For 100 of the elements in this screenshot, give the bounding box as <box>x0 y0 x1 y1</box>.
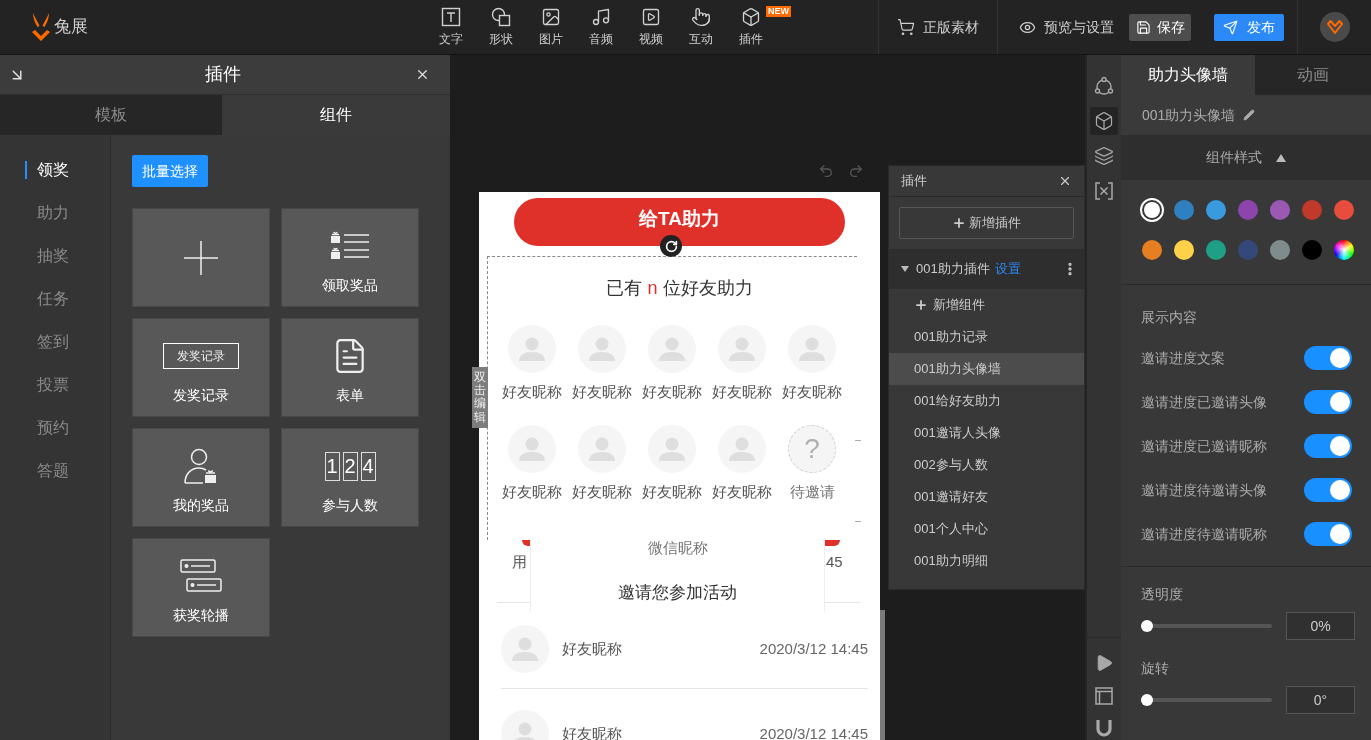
save-icon <box>1135 19 1151 35</box>
rotate-handle[interactable] <box>660 235 682 257</box>
category-item[interactable]: 领奖 <box>25 161 69 179</box>
shapes-icon <box>491 7 511 27</box>
assets-button[interactable]: 正版素材 <box>897 16 979 38</box>
digit-tile: 1 <box>324 451 340 481</box>
component-card[interactable]: 获奖轮播 <box>132 538 270 637</box>
send-icon <box>1223 19 1238 35</box>
panel-title: 插件 <box>901 172 927 191</box>
component-card[interactable]: 发奖记录 发奖记录 <box>132 318 270 417</box>
account-avatar-icon[interactable] <box>1319 12 1350 42</box>
friend-nickname: 好友昵称 <box>502 382 562 402</box>
category-item[interactable]: 助力 <box>25 204 69 222</box>
toggle-switch[interactable] <box>1304 434 1352 458</box>
component-card[interactable]: 领取奖品 <box>281 208 419 307</box>
add-plugin-button[interactable]: 新增插件 <box>899 207 1074 239</box>
cube-icon <box>1094 111 1114 131</box>
logo-icon <box>30 12 52 42</box>
toggle-switch[interactable] <box>1304 390 1352 414</box>
resize-handle[interactable] <box>855 440 861 441</box>
help-button[interactable]: 给TA助力 <box>514 198 845 246</box>
plus-icon <box>952 216 966 230</box>
preview-settings-button[interactable]: 预览与设置 <box>1019 16 1114 38</box>
component-item[interactable]: 新增组件 <box>889 289 1084 321</box>
category-item[interactable]: 任务 <box>25 290 69 308</box>
tool-button[interactable]: 音频 <box>576 0 626 54</box>
toggle-label: 邀请进度待邀请头像 <box>1141 480 1267 500</box>
covered-text: 45 <box>826 552 843 572</box>
friend-nickname: 待邀请 <box>789 482 835 502</box>
covered-text: 用 <box>512 552 527 572</box>
slider-thumb[interactable] <box>1141 694 1153 706</box>
component-name: 001助力头像墙 <box>1142 105 1236 125</box>
magnet-icon <box>1094 719 1114 739</box>
component-item[interactable]: 001邀请好友 <box>889 481 1084 513</box>
resize-handle[interactable] <box>855 521 861 522</box>
friend-nickname: 好友昵称 <box>642 482 702 502</box>
component-item[interactable]: 001助力记录 <box>889 321 1084 353</box>
record-nickname: 好友昵称 <box>562 640 622 658</box>
user-gift-icon <box>184 448 218 484</box>
close-icon[interactable] <box>415 67 430 82</box>
tab[interactable]: 动画 <box>1255 55 1371 95</box>
image-icon <box>541 7 561 27</box>
hand-pointer-icon <box>691 7 711 27</box>
value-field[interactable]: 0° <box>1286 686 1355 714</box>
slider-label: 旋转 <box>1140 660 1170 676</box>
record-time: 2020/3/12 14:45 <box>759 640 868 658</box>
friend-nickname: 好友昵称 <box>712 482 772 502</box>
cart-icon <box>897 18 915 36</box>
toggle-switch[interactable] <box>1304 522 1352 546</box>
category-item[interactable]: 签到 <box>25 333 69 351</box>
record-button-preview: 发奖记录 <box>163 343 239 369</box>
toggle-switch[interactable] <box>1304 478 1352 502</box>
value-field[interactable]: 0% <box>1286 612 1355 640</box>
logo-text: 兔展 <box>54 16 88 39</box>
section-header[interactable]: 组件样式 <box>1121 135 1371 180</box>
component-card[interactable]: 1 2 4 参与人数 <box>281 428 419 527</box>
tool-button[interactable]: 形状 <box>476 0 526 54</box>
digit-tile: 4 <box>360 451 376 481</box>
plus-icon <box>914 298 928 312</box>
component-item[interactable]: 001助力明细 <box>889 545 1084 577</box>
color-wheel-icon <box>1334 240 1354 260</box>
tool-button[interactable]: 文字 <box>426 0 476 54</box>
category-item[interactable]: 投票 <box>25 376 69 394</box>
bracketed-x-icon <box>1094 181 1114 201</box>
save-button[interactable]: 保存 <box>1129 13 1191 41</box>
caret-icon <box>1276 153 1286 162</box>
music-note-icon <box>591 7 611 27</box>
color-option[interactable] <box>1332 238 1356 262</box>
component-item[interactable]: 001给好友助力 <box>889 385 1084 417</box>
slider-thumb[interactable] <box>1141 620 1153 632</box>
category-item[interactable]: 预约 <box>25 419 69 437</box>
plugin-group-row[interactable]: 001助力插件 设置 <box>889 249 1084 289</box>
tool-button[interactable]: 图片 <box>526 0 576 54</box>
toggle-label: 邀请进度文案 <box>1141 348 1225 368</box>
toggle-switch[interactable] <box>1304 346 1352 370</box>
tab[interactable]: 模板 <box>0 95 222 135</box>
settings-link[interactable]: 设置 <box>994 259 1021 279</box>
category-item[interactable]: 答题 <box>25 462 69 480</box>
side-tool-button[interactable] <box>1090 107 1118 135</box>
component-card[interactable]: 表单 <box>281 318 419 417</box>
component-item[interactable]: 001助力头像墙 <box>889 353 1084 385</box>
friend-nickname: 好友昵称 <box>502 482 562 502</box>
category-item[interactable]: 抽奖 <box>25 247 69 265</box>
record-time: 2020/3/12 14:45 <box>759 725 868 740</box>
component-card[interactable]: 我的奖品 <box>132 428 270 527</box>
slider[interactable] <box>1141 620 1272 632</box>
digit-tile: 2 <box>342 451 358 481</box>
component-item[interactable]: 002参与人数 <box>889 449 1084 481</box>
component-item[interactable]: 001个人中心 <box>889 513 1084 545</box>
slider[interactable] <box>1141 694 1272 706</box>
close-icon[interactable] <box>1058 174 1072 188</box>
pencil-icon[interactable] <box>1243 109 1256 121</box>
component-item[interactable]: 001邀请人头像 <box>889 417 1084 449</box>
friend-nickname: 好友昵称 <box>712 382 772 402</box>
avatar-icon <box>718 425 766 473</box>
play-square-icon <box>641 7 661 27</box>
tool-button[interactable]: 视频 <box>626 0 676 54</box>
edit-tag[interactable]: 双击编辑 <box>472 367 488 428</box>
scrollbar-thumb[interactable] <box>880 610 885 740</box>
tool-button[interactable]: 互动 <box>676 0 726 54</box>
